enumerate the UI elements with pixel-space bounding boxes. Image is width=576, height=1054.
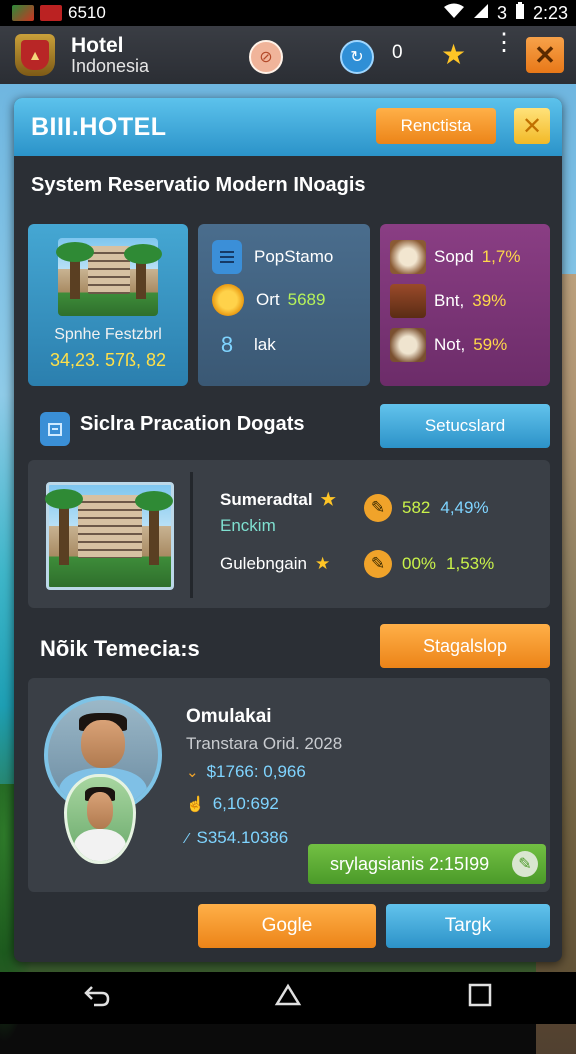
food-row-2-value: 39%	[472, 291, 507, 310]
profile-name: Omulakai	[186, 706, 272, 727]
wifi-icon	[443, 3, 465, 24]
panel-header: BIII.HOTEL Renctista ✕	[14, 98, 562, 156]
app-subtitle: Indonesia	[71, 55, 150, 76]
calendar-icon	[40, 5, 62, 21]
footer-left-button[interactable]: Gogle	[198, 904, 376, 948]
promo-line-1-v1: 582	[402, 498, 431, 517]
avatar	[64, 774, 136, 864]
edit-icon[interactable]: ✎	[512, 851, 538, 877]
counter-value: 0	[392, 42, 403, 63]
status-time: 2:23	[532, 2, 568, 23]
promotion-card[interactable]: Sumeradtal ★ Enckim Gulebngain ★ ✎ 582 4…	[28, 460, 550, 608]
stats-row-2-value: 5689	[287, 290, 326, 309]
chevron-icon: ⌄	[186, 764, 199, 781]
footer-right-button[interactable]: Targk	[386, 904, 550, 948]
card-divider	[190, 472, 193, 598]
notification-icon	[12, 5, 34, 21]
food-row-2-label: Bnt,	[434, 291, 465, 310]
register-button[interactable]: Renctista	[376, 108, 496, 144]
section-3-button[interactable]: Stagalslop	[380, 624, 550, 668]
food-row-3-value: 59%	[473, 335, 508, 354]
house-icon	[390, 284, 426, 318]
signal-text: 3	[496, 2, 507, 23]
food-row-1-label: Sopd	[434, 247, 474, 266]
recents-icon[interactable]	[450, 982, 510, 1014]
section-2-button[interactable]: Setucslard	[380, 404, 550, 448]
stats-row-2-label: Ort	[256, 290, 280, 309]
star-icon: ★	[320, 490, 336, 509]
status-bar: 6510 3 2:23	[0, 0, 576, 26]
signal-icon	[473, 3, 489, 24]
panel-subtitle: System Reservatio Modern INoagis	[31, 174, 366, 196]
hotel-logo: ▲	[15, 34, 55, 76]
hand-icon: ☝	[186, 796, 205, 813]
calendar-icon	[40, 412, 70, 446]
stats-card[interactable]: PopStamo Ort 5689 8 lak	[198, 224, 370, 386]
star-icon: ★	[314, 554, 331, 573]
status-left-text: 6510	[68, 3, 106, 22]
app-title: Hotel	[71, 33, 124, 57]
food-card[interactable]: Sopd 1,7% Bnt, 39% Not, 59%	[380, 224, 550, 386]
battery-icon	[515, 1, 525, 25]
promo-line-2-v1: 00%	[402, 554, 437, 573]
hotel-value: 34,23. 57ß, 82	[49, 350, 167, 370]
star-icon[interactable]: ★	[441, 38, 466, 71]
panel-close-icon[interactable]: ✕	[514, 108, 550, 144]
hotel-image	[56, 238, 162, 316]
hexagon-icon	[212, 240, 242, 274]
section-3-title: Nõik Temecia:s	[40, 636, 200, 661]
app-header: ▲ Hotel Indonesia ⊘ ↻ 0 ★ ⋮ ✕	[0, 26, 576, 84]
link-icon: ⁄	[186, 829, 189, 847]
stats-row-3-label: lak	[254, 335, 276, 354]
pencil-icon: ✎	[364, 550, 392, 578]
promo-line-1-v2: 4,49%	[440, 498, 489, 517]
food-row-1-value: 1,7%	[481, 247, 521, 266]
link-icon: 8	[220, 332, 234, 357]
close-icon[interactable]: ✕	[526, 37, 564, 73]
system-navbar	[0, 972, 576, 1024]
resort-image	[45, 482, 174, 590]
status-pill-text: srylagsianis 2:15I99	[330, 853, 490, 874]
back-icon[interactable]	[66, 982, 126, 1014]
dish-icon	[390, 328, 426, 362]
food-row-3-label: Not,	[434, 335, 466, 354]
refresh-icon[interactable]: ↻	[340, 40, 374, 74]
promo-line-1-label: Sumeradtal	[220, 490, 313, 509]
more-vert-icon[interactable]: ⋮	[492, 31, 516, 55]
promo-line-1-sub: Enckim	[220, 516, 276, 535]
section-2-title: Siclra Pracation Dogats	[80, 413, 305, 435]
home-icon[interactable]	[258, 982, 318, 1015]
compass-icon[interactable]: ⊘	[249, 40, 283, 74]
stats-row-1-label: PopStamo	[254, 247, 334, 266]
profile-meta: Transtara Orid. 2028	[186, 734, 343, 753]
hotel-caption: Spnhe Festzbrl	[54, 326, 162, 343]
promo-line-2-label: Gulebngain	[220, 554, 307, 573]
status-pill[interactable]: srylagsianis 2:15I99 ✎	[308, 844, 546, 884]
panel-title: BIII.HOTEL	[31, 112, 167, 141]
profile-stat-1: $1766: 0,966	[206, 762, 306, 781]
crest-icon: ▲	[21, 40, 49, 70]
promo-line-2-v2: 1,53%	[446, 554, 495, 573]
main-panel: BIII.HOTEL Renctista ✕ System Reservatio…	[14, 98, 562, 962]
profile-stat-3: S354.10386	[196, 828, 289, 847]
hotel-card[interactable]: Spnhe Festzbrl 34,23. 57ß, 82	[28, 224, 188, 386]
pencil-icon: ✎	[364, 494, 392, 522]
sun-icon	[212, 284, 244, 316]
food-plate-icon	[390, 240, 426, 274]
profile-stat-2: 6,10:692	[212, 794, 279, 813]
